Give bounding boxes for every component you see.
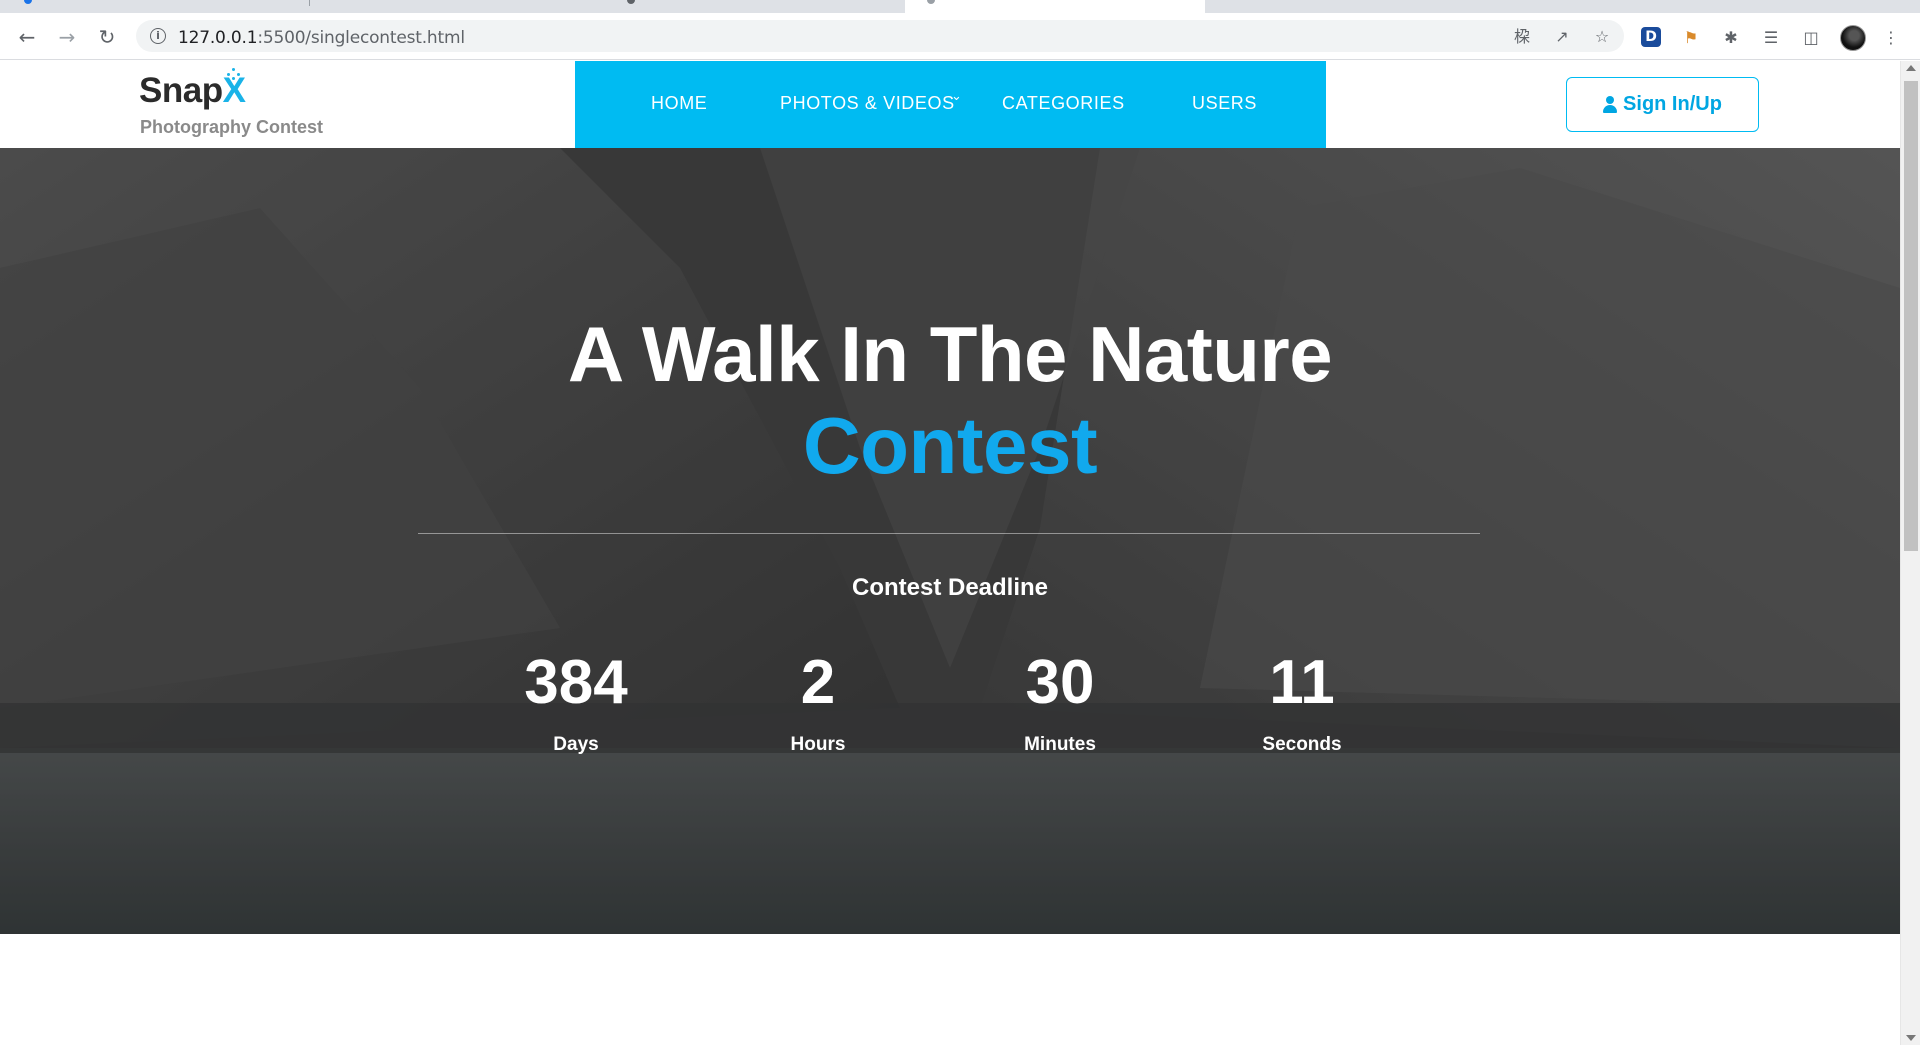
countdown-unit: Hours — [790, 734, 846, 755]
page-scrollbar[interactable] — [1900, 61, 1920, 1045]
countdown-hours: 2 Hours — [718, 648, 918, 756]
d-extension-icon[interactable]: D — [1641, 27, 1661, 47]
media-queue-icon[interactable]: ☰ — [1760, 26, 1782, 48]
contest-deadline-label: Contest Deadline — [851, 574, 1049, 601]
sign-in-button[interactable]: Sign In/Up — [1566, 77, 1759, 132]
star-icon[interactable]: ☆ — [1592, 27, 1612, 47]
nav-categories[interactable]: CATEGORIES — [1002, 93, 1125, 114]
browser-tab[interactable] — [0, 0, 905, 13]
countdown-days: 384 Days — [476, 648, 676, 756]
back-arrow-icon[interactable]: ← — [14, 24, 40, 50]
logo-text: Snap — [139, 71, 223, 110]
browser-tab[interactable] — [1205, 0, 1920, 13]
url-text[interactable]: 127.0.0.1:5500/singlecontest.html — [178, 28, 465, 48]
kebab-menu-icon[interactable]: ⋮ — [1880, 26, 1902, 48]
share-icon[interactable]: ↗ — [1552, 27, 1572, 47]
nav-home[interactable]: HOME — [651, 93, 707, 114]
user-icon — [1603, 96, 1618, 113]
tab-favicon — [927, 0, 935, 4]
url-host: 127.0.0.1 — [178, 28, 258, 48]
countdown-value: 2 — [800, 648, 836, 717]
chevron-down-icon[interactable]: ⌄ — [951, 89, 962, 104]
countdown-value: 384 — [524, 648, 628, 717]
main-nav: HOME PHOTOS & VIDEOS ⌄ CATEGORIES USERS — [575, 61, 1326, 148]
countdown-unit: Seconds — [1262, 734, 1342, 755]
translate-icon[interactable]: 桗 — [1512, 27, 1532, 47]
countdown-value: 30 — [1025, 648, 1095, 717]
countdown-unit: Minutes — [1024, 734, 1096, 755]
countdown-value: 11 — [1269, 648, 1335, 717]
profile-avatar[interactable] — [1840, 25, 1866, 51]
tab-favicon — [24, 0, 32, 4]
tab-separator — [309, 0, 310, 6]
hero-content: A Walk In The Nature Contest Contest Dea… — [0, 148, 1900, 934]
hero-divider — [418, 533, 1480, 534]
hero-title: A Walk In The Nature — [567, 310, 1333, 398]
logo-sparkle-icon — [225, 67, 241, 83]
sign-in-label: Sign In/Up — [1623, 93, 1722, 115]
browser-toolbar: ← → ↻ i 127.0.0.1:5500/singlecontest.htm… — [0, 13, 1920, 60]
reload-icon[interactable]: ↻ — [94, 24, 120, 50]
sidepanel-icon[interactable]: ◫ — [1800, 26, 1822, 48]
scroll-up-arrow-icon[interactable] — [1906, 65, 1916, 71]
forward-arrow-icon[interactable]: → — [54, 24, 80, 50]
d-extension-label: D — [1645, 29, 1657, 45]
info-icon[interactable]: i — [150, 28, 166, 44]
browser-tab-active[interactable] — [905, 0, 1205, 13]
pin-extension-icon[interactable]: ⚑ — [1680, 26, 1702, 48]
scrollbar-thumb[interactable] — [1904, 81, 1918, 551]
puzzle-icon[interactable]: ✱ — [1720, 26, 1742, 48]
url-path: :5500/singlecontest.html — [257, 28, 465, 48]
scroll-down-arrow-icon[interactable] — [1906, 1035, 1916, 1041]
tab-favicon — [627, 0, 635, 4]
countdown-unit: Days — [553, 734, 599, 755]
site-header: SnapX Photography Contest HOME PHOTOS & … — [0, 61, 1900, 148]
nav-photos-videos[interactable]: PHOTOS & VIDEOS — [780, 93, 955, 114]
countdown-minutes: 30 Minutes — [960, 648, 1160, 756]
address-bar[interactable]: i 127.0.0.1:5500/singlecontest.html 桗 ↗ … — [136, 20, 1624, 52]
browser-tab-strip — [0, 0, 1920, 13]
countdown-seconds: 11 Seconds — [1202, 648, 1402, 756]
hero-title-accent: Contest — [802, 401, 1098, 490]
nav-users[interactable]: USERS — [1192, 93, 1257, 114]
hero-section: A Walk In The Nature Contest Contest Dea… — [0, 148, 1900, 934]
logo-subtitle: Photography Contest — [140, 117, 323, 137]
